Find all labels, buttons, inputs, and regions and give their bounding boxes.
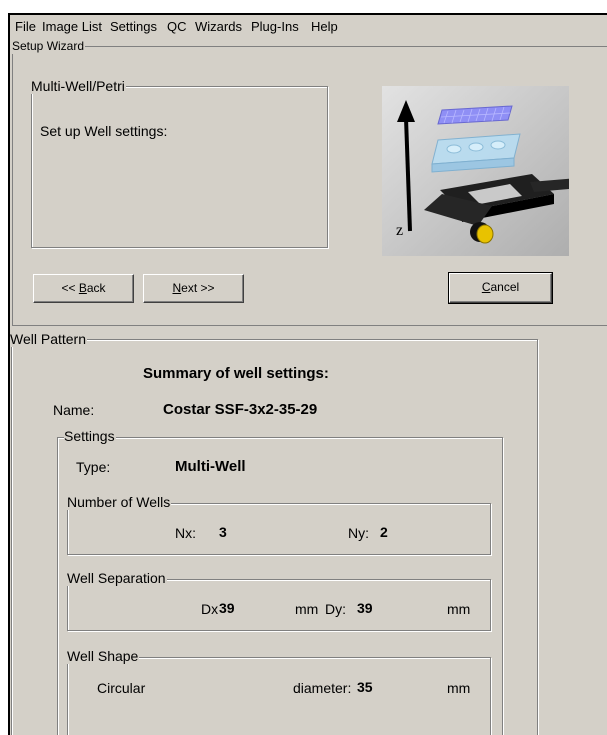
stage-plate-icon xyxy=(382,86,590,256)
diameter-label: diameter: xyxy=(293,680,352,696)
shape-value: Circular xyxy=(97,680,146,696)
menu-wizards[interactable]: Wizards xyxy=(195,19,242,34)
menu-help[interactable]: Help xyxy=(311,19,338,34)
well-separation-title: Well Separation xyxy=(67,570,167,586)
summary-heading: Summary of well settings: xyxy=(143,365,329,382)
menu-image-list[interactable]: Image List xyxy=(42,19,102,34)
z-axis-label: z xyxy=(396,222,404,239)
diameter-unit: mm xyxy=(447,680,471,696)
nx-label: Nx: xyxy=(175,525,196,541)
dx-unit: mm xyxy=(295,601,319,617)
name-value: Costar SSF-3x2-35-29 xyxy=(163,401,318,418)
dy-value: 39 xyxy=(357,600,373,616)
ny-value: 2 xyxy=(380,524,388,540)
name-label: Name: xyxy=(53,402,95,418)
well-shape-title: Well Shape xyxy=(67,648,140,664)
number-of-wells-group: Number of Wells xyxy=(67,495,491,555)
dy-label: Dy: xyxy=(325,601,346,617)
menu-plug-ins[interactable]: Plug-Ins xyxy=(251,19,299,34)
settings-title: Settings xyxy=(64,428,116,444)
well-plate-illustration: z xyxy=(382,86,590,256)
menu-bar: File Image List Settings QC Wizards Plug… xyxy=(10,15,607,37)
well-separation-group: Well Separation xyxy=(67,571,491,631)
dy-unit: mm xyxy=(447,601,471,617)
ny-label: Ny: xyxy=(348,525,369,541)
number-of-wells-title: Number of Wells xyxy=(67,494,172,510)
cancel-button[interactable]: Cancel xyxy=(448,272,553,304)
step-group-title: Multi-Well/Petri xyxy=(31,78,126,94)
menu-settings[interactable]: Settings xyxy=(110,19,157,34)
cancel-button-label: ancel xyxy=(490,280,520,294)
back-button-hotkey: B xyxy=(78,281,87,295)
next-button[interactable]: Next >> xyxy=(143,274,244,303)
application-window: File Image List Settings QC Wizards Plug… xyxy=(8,13,607,735)
multi-well-petri-group: Multi-Well/Petri xyxy=(31,79,328,248)
next-button-label: ext >> xyxy=(181,281,215,295)
menu-qc[interactable]: QC xyxy=(167,19,187,34)
menu-file[interactable]: File xyxy=(15,19,36,34)
well-shape-group: Well Shape xyxy=(67,649,491,735)
back-button-prefix: << xyxy=(61,281,79,295)
dx-value: 39 xyxy=(219,600,235,616)
next-button-hotkey: N xyxy=(172,281,182,295)
back-button-label: ack xyxy=(86,281,106,295)
wizard-instruction: Set up Well settings: xyxy=(40,123,168,139)
setup-wizard-title: Setup Wizard xyxy=(12,39,86,54)
well-pattern-title: Well Pattern xyxy=(10,331,87,347)
type-value: Multi-Well xyxy=(175,458,246,475)
dx-label: Dx xyxy=(201,601,219,617)
diameter-value: 35 xyxy=(357,679,373,695)
type-label: Type: xyxy=(76,459,111,475)
back-button[interactable]: << Back xyxy=(33,274,134,303)
nx-value: 3 xyxy=(219,524,227,540)
